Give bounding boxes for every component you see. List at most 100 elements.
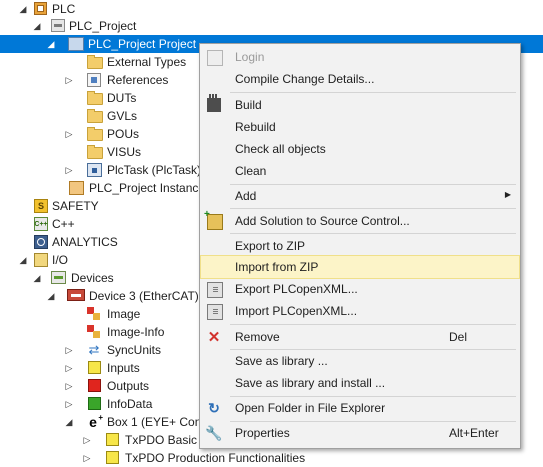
tree-node-label: Inputs (107, 361, 140, 375)
plc-project-icon (51, 19, 65, 32)
plc-task-icon (87, 163, 102, 177)
menu-item-compile-change-details[interactable]: Compile Change Details... (201, 68, 519, 90)
menu-item-label: Login (235, 50, 265, 64)
collapse-arrow-icon[interactable]: ◢ (18, 251, 28, 269)
menu-separator (230, 208, 516, 209)
menu-item-export-to-zip[interactable]: Export to ZIP (201, 235, 519, 257)
menu-item-label: Open Folder in File Explorer (235, 401, 386, 415)
plc-project-project-icon (68, 37, 84, 51)
menu-item-rebuild[interactable]: Rebuild (201, 116, 519, 138)
tree-node-label: InfoData (107, 397, 153, 411)
collapse-arrow-icon[interactable]: ◢ (32, 269, 42, 287)
menu-item-label: Add (235, 189, 257, 203)
tree-node-label: TxPDO Basic F (125, 433, 208, 447)
tree-node-label: DUTs (107, 91, 137, 105)
ethercat-device-icon (67, 289, 85, 301)
login-icon (207, 50, 223, 66)
inputs-icon (88, 361, 101, 374)
context-menu: Login Compile Change Details... Build Re… (199, 43, 521, 449)
menu-separator (230, 233, 516, 234)
plc-icon (34, 2, 47, 15)
tree-node-plc[interactable]: ◢ PLC (0, 0, 543, 18)
collapse-arrow-icon[interactable]: ◢ (46, 35, 56, 53)
menu-item-shortcut: Del (449, 330, 468, 344)
tree-node-label: Box 1 (EYE+ Cont (107, 415, 205, 429)
tree-node-label: SyncUnits (107, 343, 162, 357)
menu-item-label: Clean (235, 164, 267, 178)
folder-icon (87, 109, 103, 123)
menu-item-open-folder-in-file-explorer[interactable]: ↻ Open Folder in File Explorer (201, 397, 519, 419)
tree-node-label: SAFETY (52, 199, 99, 213)
box-device-icon: e (86, 413, 103, 430)
tree-node-label: PLC_Project Project (88, 37, 197, 51)
menu-item-label: Check all objects (235, 142, 326, 156)
menu-item-clean[interactable]: Clean (201, 160, 519, 182)
menu-item-label: Import PLCopenXML... (235, 304, 358, 318)
tree-node-label: PlcTask (PlcTask) (107, 163, 202, 177)
menu-item-label: Save as library and install ... (235, 376, 386, 390)
menu-separator (230, 92, 516, 93)
tree-node-label: PLC (52, 2, 76, 16)
menu-item-label: Rebuild (235, 120, 276, 134)
menu-item-export-plcopenxml[interactable]: Export PLCopenXML... (201, 278, 519, 300)
tree-node-label: PLC_Project Instance (89, 181, 206, 195)
menu-item-save-as-library[interactable]: Save as library ... (201, 350, 519, 372)
plc-instance-icon (69, 181, 84, 195)
collapse-arrow-icon[interactable]: ◢ (32, 17, 42, 35)
image-info-icon (87, 325, 100, 338)
menu-item-import-from-zip[interactable]: Import from ZIP (200, 255, 520, 279)
tree-node-label: I/O (52, 253, 69, 267)
folder-icon (87, 55, 103, 69)
menu-item-import-plcopenxml[interactable]: Import PLCopenXML... (201, 300, 519, 322)
txpdo-icon (106, 433, 119, 446)
expand-arrow-icon[interactable]: ▷ (64, 161, 74, 179)
tree-node-label: PLC_Project (69, 19, 137, 33)
menu-item-properties[interactable]: 🔧 Properties Alt+Enter (201, 422, 519, 444)
io-icon (34, 253, 48, 267)
menu-item-remove[interactable]: ✕ Remove Del (201, 326, 519, 348)
tree-node-label: References (107, 73, 169, 87)
menu-item-add[interactable]: Add ▶ (201, 185, 519, 207)
tree-node-label: ANALYTICS (52, 235, 118, 249)
tree-node-label: C++ (52, 217, 75, 231)
sync-units-icon: ⇄ (88, 341, 100, 357)
folder-icon (87, 145, 103, 159)
expand-arrow-icon[interactable]: ▷ (82, 449, 92, 467)
menu-item-label: Build (235, 98, 262, 112)
menu-item-label: Export to ZIP (235, 239, 306, 253)
menu-item-login[interactable]: Login (201, 46, 519, 68)
tree-node-label: GVLs (107, 109, 138, 123)
menu-item-add-solution-to-source-control[interactable]: Add Solution to Source Control... (201, 209, 519, 232)
build-icon (207, 94, 221, 112)
submenu-arrow-icon: ▶ (504, 190, 511, 199)
tree-node-plc-project[interactable]: ◢ PLC_Project (0, 17, 543, 35)
menu-item-label: Compile Change Details... (235, 72, 375, 86)
xml-document-icon (207, 304, 223, 320)
collapse-arrow-icon[interactable]: ◢ (64, 413, 74, 431)
tree-node-label: Device 3 (EtherCAT) (89, 289, 199, 303)
tree-node-txpdo-production[interactable]: ▷ TxPDO Production Functionalities (0, 449, 543, 467)
image-icon (87, 307, 100, 320)
wrench-icon: 🔧 (205, 424, 223, 441)
tree-node-label: Outputs (107, 379, 150, 393)
collapse-arrow-icon[interactable]: ◢ (18, 0, 28, 18)
menu-item-save-as-library-and-install[interactable]: Save as library and install ... (201, 372, 519, 394)
references-icon (87, 73, 101, 87)
expand-arrow-icon[interactable]: ▷ (64, 341, 74, 359)
expand-arrow-icon[interactable]: ▷ (64, 395, 74, 413)
xml-document-icon (207, 282, 223, 298)
collapse-arrow-icon[interactable]: ◢ (46, 287, 56, 305)
menu-item-label: Properties (235, 426, 290, 440)
expand-arrow-icon[interactable]: ▷ (82, 431, 92, 449)
outputs-icon (88, 379, 101, 392)
expand-arrow-icon[interactable]: ▷ (64, 125, 74, 143)
safety-icon: S (34, 199, 48, 213)
tree-node-label: POUs (107, 127, 140, 141)
expand-arrow-icon[interactable]: ▷ (64, 71, 74, 89)
expand-arrow-icon[interactable]: ▷ (64, 377, 74, 395)
menu-item-build[interactable]: Build (201, 94, 519, 116)
expand-arrow-icon[interactable]: ▷ (64, 359, 74, 377)
menu-item-label: Remove (235, 330, 280, 344)
menu-item-check-all-objects[interactable]: Check all objects (201, 138, 519, 160)
cpp-icon: C++ (34, 217, 48, 231)
